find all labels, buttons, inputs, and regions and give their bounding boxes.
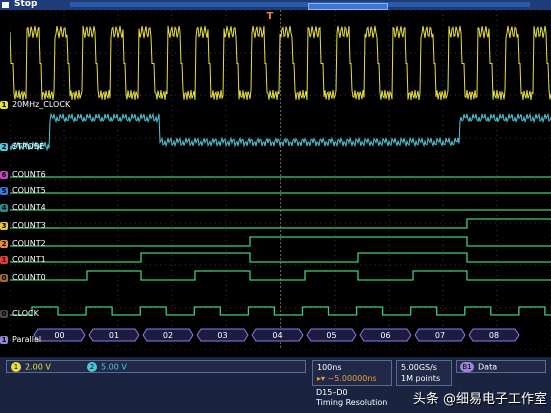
record-view-window[interactable] [308, 3, 388, 10]
timing-resolution-label: Timing Resolution [316, 398, 388, 407]
record-length: 1M points [401, 374, 441, 383]
bus-marker-icon[interactable]: 1 [0, 336, 8, 344]
digital-count5-marker-icon[interactable]: 5 [0, 187, 8, 195]
bus-value: 02 [163, 331, 173, 340]
ch2-label: STROBE [12, 142, 45, 151]
bus-value: 07 [435, 331, 445, 340]
timebase-readout[interactable]: 100ns ▸▾ ~5.00000ns [312, 360, 392, 386]
sample-rate: 5.00GS/s [401, 363, 437, 372]
digital-count2-label: COUNT2 [12, 239, 46, 248]
timebase-value: 100ns [317, 363, 342, 372]
digital-count0-marker-icon[interactable]: 0 [0, 274, 8, 282]
digital-count3-marker-icon[interactable]: 3 [0, 222, 8, 230]
status-bar: Stop [0, 0, 551, 10]
bus-readout[interactable]: B1 Data [456, 360, 546, 373]
stop-icon [2, 2, 9, 8]
horizontal-position: ~5.00000ns [327, 374, 377, 383]
digital-count1-label: COUNT1 [12, 255, 46, 264]
digital-clock-marker-icon[interactable]: 0 [0, 310, 8, 318]
digital-count0-label: COUNT0 [12, 273, 46, 282]
bus-label: Parallel [12, 335, 42, 344]
ch2-scale: 5.00 V [101, 362, 127, 372]
bus-value: 00 [54, 331, 64, 340]
bus-indicator-icon: B1 [460, 362, 474, 372]
trigger-marker-icon: T [267, 11, 274, 22]
vertical-scale-readout[interactable]: 1 2.00 V 2 5.00 V [6, 360, 306, 373]
run-state-label: Stop [14, 0, 38, 9]
digital-count2-marker-icon[interactable]: 2 [0, 240, 8, 248]
bus-value: 04 [272, 331, 282, 340]
bus-value: 08 [489, 331, 499, 340]
digital-count4-label: COUNT4 [12, 203, 46, 212]
digital-count6-label: COUNT6 [12, 170, 46, 179]
digital-count6-marker-icon[interactable]: 6 [0, 171, 8, 179]
ch2-indicator-icon: 2 [87, 362, 97, 372]
ch1-scale: 2.00 V [25, 362, 51, 372]
watermark: 头条 @细易电子工作室 [412, 392, 547, 407]
oscilloscope-display: Stop T 00 01 02 03 04 05 06 07 08 1 20MHz_CLOCK 2 ST… [0, 0, 551, 413]
bus-value: 01 [109, 331, 119, 340]
ch1-marker-icon[interactable]: 1 [0, 101, 8, 109]
acquisition-readout[interactable]: 5.00GS/s 1M points [396, 360, 452, 386]
digital-count4-marker-icon[interactable]: 4 [0, 204, 8, 212]
ch1-indicator-icon: 1 [11, 362, 21, 372]
bus-value: 05 [326, 331, 336, 340]
digital-count1-marker-icon[interactable]: 1 [0, 256, 8, 264]
digital-count5-label: COUNT5 [12, 186, 46, 195]
bus-value: 03 [217, 331, 227, 340]
ch2-marker-icon[interactable]: 2 [0, 143, 8, 151]
digital-group-label: D15–D0 [316, 388, 348, 397]
bus-type: Data [478, 362, 498, 372]
waveform-graticule: T 00 01 02 03 04 05 06 07 08 [10, 10, 551, 350]
record-scroll-track[interactable] [70, 2, 530, 10]
readout-bar: 1 2.00 V 2 5.00 V 100ns ▸▾ ~5.00000ns 5.00… [0, 357, 551, 413]
ch1-label: 20MHz_CLOCK [12, 100, 71, 109]
digital-count3-label: COUNT3 [12, 221, 46, 230]
digital-clock-label: CLOCK [12, 309, 39, 318]
bus-value: 06 [380, 331, 390, 340]
trigger-position-icon: ▸▾ [317, 374, 326, 383]
